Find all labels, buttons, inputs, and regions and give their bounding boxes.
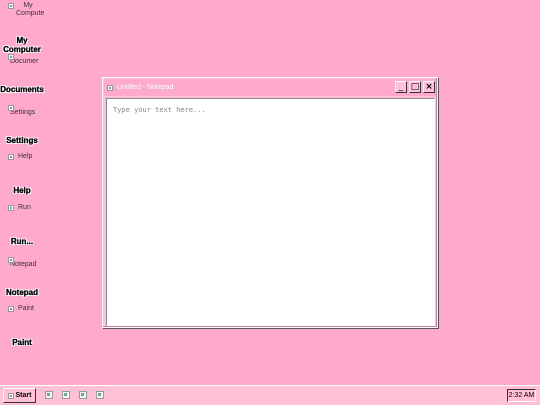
start-button[interactable]: Start <box>3 388 36 403</box>
notepad-icon <box>107 85 113 91</box>
broken-image-icon <box>8 154 14 160</box>
desktop-icon-run[interactable]: Run <box>8 204 31 212</box>
desktop-icon-help[interactable]: Help <box>8 153 32 161</box>
desktop-icon-settings[interactable]: Settings <box>8 104 35 117</box>
icon-alt-text: Help <box>18 153 33 160</box>
broken-image-icon <box>8 205 14 211</box>
notepad-text-area[interactable] <box>106 98 435 326</box>
window-title: Untitled - Notepad <box>117 84 174 91</box>
taskbar-clock: 2:32 AM <box>507 389 536 402</box>
icon-alt-text: Documer <box>10 58 39 65</box>
icon-alt-text: Paint <box>18 305 34 312</box>
desktop-icon-notepad[interactable]: Notepad <box>8 256 36 269</box>
broken-image-icon <box>8 306 14 312</box>
icon-alt-text: Run <box>18 204 31 211</box>
notepad-titlebar[interactable]: Untitled - Notepad _ □ × <box>104 79 436 96</box>
desktop: My Compute My Computer Documer Documents… <box>0 0 540 405</box>
close-button[interactable]: × <box>423 81 435 93</box>
broken-image-icon <box>8 54 14 60</box>
desktop-icon-documents[interactable]: Documer <box>8 53 38 66</box>
start-label: Start <box>15 392 32 399</box>
desktop-icon-label-notepad[interactable]: Notepad <box>0 288 44 297</box>
desktop-icon-my-computer[interactable]: My Compute <box>8 2 45 18</box>
desktop-icon-paint[interactable]: Paint <box>8 305 34 313</box>
taskbar-app-icon[interactable] <box>45 391 53 399</box>
icon-alt-text: My Compute <box>16 2 45 17</box>
broken-image-icon <box>8 105 14 111</box>
minimize-button[interactable]: _ <box>395 81 407 93</box>
desktop-icon-label-settings[interactable]: Settings <box>0 136 44 145</box>
taskbar: Start 2:32 AM <box>0 385 540 405</box>
desktop-icon-label-run[interactable]: Run... <box>0 237 44 246</box>
broken-image-icon <box>8 3 14 9</box>
desktop-icon-label-help[interactable]: Help <box>0 186 44 195</box>
desktop-icon-label-my-computer[interactable]: My Computer <box>0 36 44 54</box>
start-icon <box>7 392 14 399</box>
broken-image-icon <box>8 257 14 263</box>
desktop-icon-label-paint[interactable]: Paint <box>0 338 44 347</box>
maximize-button[interactable]: □ <box>409 81 421 93</box>
taskbar-app-icon[interactable] <box>96 391 104 399</box>
taskbar-app-icon[interactable] <box>79 391 87 399</box>
desktop-icon-label-documents[interactable]: Documents <box>0 85 44 94</box>
taskbar-app-icon[interactable] <box>62 391 70 399</box>
notepad-window[interactable]: Untitled - Notepad _ □ × <box>102 77 438 328</box>
